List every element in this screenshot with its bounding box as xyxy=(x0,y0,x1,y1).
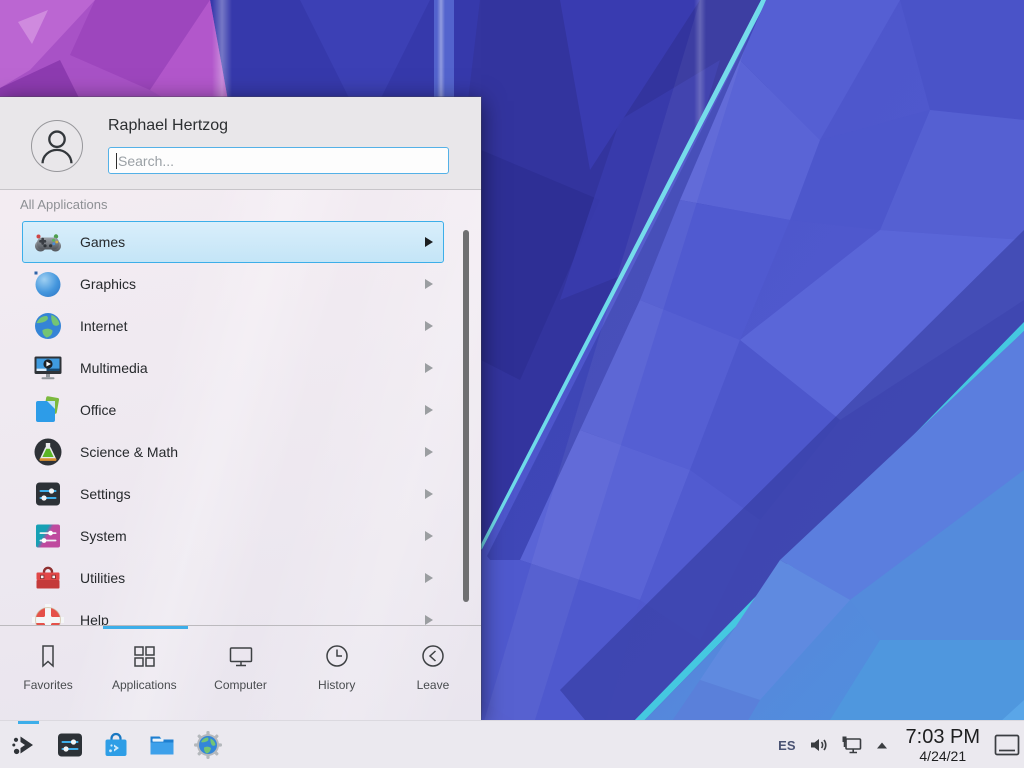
category-label: Games xyxy=(80,234,125,250)
application-launcher-button[interactable] xyxy=(8,729,40,761)
submenu-arrow-icon xyxy=(425,237,433,247)
category-graphics[interactable]: Graphics xyxy=(22,263,444,305)
category-help[interactable]: Help xyxy=(22,599,444,625)
category-internet[interactable]: Internet xyxy=(22,305,444,347)
utilities-icon xyxy=(32,562,64,594)
graphics-icon xyxy=(32,268,64,300)
tab-label: Applications xyxy=(112,678,177,692)
digital-clock[interactable]: 7:03 PM 4/24/21 xyxy=(906,727,980,763)
active-tab-indicator xyxy=(103,626,188,629)
games-icon xyxy=(32,226,64,258)
submenu-arrow-icon xyxy=(425,321,433,331)
kde-launcher-icon xyxy=(8,729,40,761)
discover-button[interactable] xyxy=(100,729,132,761)
tray-expander-button[interactable] xyxy=(875,739,889,751)
keyboard-layout-indicator[interactable]: ES xyxy=(778,738,795,753)
launcher-tabbar: Favorites Applications Computer History … xyxy=(0,629,481,720)
volume-button[interactable] xyxy=(809,736,830,754)
tab-label: History xyxy=(318,678,355,692)
category-science[interactable]: Science & Math xyxy=(22,431,444,473)
category-office[interactable]: Office xyxy=(22,389,444,431)
category-list: Games Graphics Internet xyxy=(0,221,481,625)
tab-label: Computer xyxy=(214,678,267,692)
user-avatar[interactable] xyxy=(31,120,83,172)
taskbar-panel: ES 7:03 PM 4/ xyxy=(0,720,1024,768)
user-icon xyxy=(43,132,72,164)
discover-bag-icon xyxy=(100,729,132,761)
monitor-icon xyxy=(230,648,251,666)
wired-network-icon xyxy=(841,735,864,755)
office-icon xyxy=(32,394,64,426)
category-games[interactable]: Games xyxy=(22,221,444,263)
science-icon xyxy=(32,436,64,468)
category-label: Internet xyxy=(80,318,127,334)
web-browser-button[interactable] xyxy=(192,729,224,761)
tab-leave[interactable]: Leave xyxy=(385,629,481,720)
tab-favorites[interactable]: Favorites xyxy=(0,629,96,720)
panel-launchers xyxy=(8,729,224,761)
tab-computer[interactable]: Computer xyxy=(192,629,288,720)
search-field[interactable] xyxy=(108,147,449,174)
clock-date: 4/24/21 xyxy=(906,749,980,763)
show-desktop-icon xyxy=(994,734,1020,756)
tab-applications[interactable]: Applications xyxy=(96,629,192,720)
list-scrollbar[interactable] xyxy=(463,230,469,602)
internet-icon xyxy=(32,310,64,342)
category-label: Help xyxy=(80,612,109,625)
category-utilities[interactable]: Utilities xyxy=(22,557,444,599)
submenu-arrow-icon xyxy=(425,363,433,373)
search-input[interactable] xyxy=(109,148,448,173)
clock-icon xyxy=(327,646,347,666)
application-launcher-popup: Raphael Hertzog All Applications xyxy=(0,97,481,720)
tab-label: Favorites xyxy=(23,678,72,692)
system-tray: ES 7:03 PM 4/ xyxy=(778,721,1024,768)
clock-time: 7:03 PM xyxy=(906,727,980,747)
globe-gear-icon xyxy=(192,729,224,761)
section-label: All Applications xyxy=(20,197,107,212)
submenu-arrow-icon xyxy=(425,531,433,541)
tab-history[interactable]: History xyxy=(289,629,385,720)
tabbar-separator xyxy=(0,625,481,626)
submenu-arrow-icon xyxy=(425,615,433,625)
submenu-arrow-icon xyxy=(425,279,433,289)
leave-back-icon xyxy=(423,646,443,666)
category-multimedia[interactable]: Multimedia xyxy=(22,347,444,389)
category-label: Science & Math xyxy=(80,444,178,460)
settings-icon xyxy=(32,478,64,510)
help-icon xyxy=(32,604,64,625)
network-button[interactable] xyxy=(841,735,864,755)
system-settings-icon xyxy=(54,729,86,761)
submenu-arrow-icon xyxy=(425,405,433,415)
tab-label: Leave xyxy=(417,678,450,692)
desktop: Raphael Hertzog All Applications xyxy=(0,0,1024,768)
system-icon xyxy=(32,520,64,552)
category-label: Settings xyxy=(80,486,131,502)
launcher-header: Raphael Hertzog xyxy=(0,97,481,190)
submenu-arrow-icon xyxy=(425,489,433,499)
category-label: Multimedia xyxy=(80,360,148,376)
system-settings-button[interactable] xyxy=(54,729,86,761)
text-caret xyxy=(116,153,117,169)
file-manager-button[interactable] xyxy=(146,729,178,761)
app-grid-icon xyxy=(135,647,154,666)
category-label: Graphics xyxy=(80,276,136,292)
caret-up-icon xyxy=(875,739,889,751)
multimedia-icon xyxy=(32,352,64,384)
show-desktop-button[interactable] xyxy=(990,721,1024,768)
active-task-indicator xyxy=(18,721,39,724)
folder-icon xyxy=(146,729,178,761)
bookmark-icon xyxy=(43,646,53,666)
category-label: Office xyxy=(80,402,116,418)
speaker-icon xyxy=(809,736,830,754)
category-system[interactable]: System xyxy=(22,515,444,557)
user-name: Raphael Hertzog xyxy=(108,117,228,135)
submenu-arrow-icon xyxy=(425,447,433,457)
category-label: Utilities xyxy=(80,570,125,586)
category-label: System xyxy=(80,528,127,544)
category-settings[interactable]: Settings xyxy=(22,473,444,515)
submenu-arrow-icon xyxy=(425,573,433,583)
